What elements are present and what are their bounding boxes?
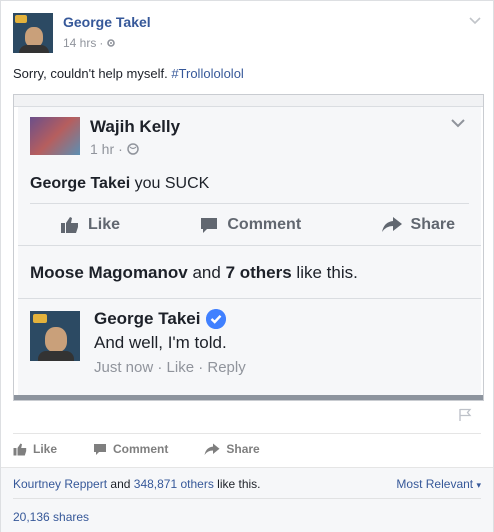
comment-icon: [94, 443, 107, 455]
thumbs-up-icon: [61, 217, 78, 233]
post-actions: Like Comment Share: [13, 438, 260, 460]
attached-image[interactable]: Wajih Kelly 1 hr · George Takei you SUCK: [13, 94, 484, 401]
embedded-meta: 1 hr ·: [90, 141, 139, 157]
reactions-summary: Kourtney Reppert and 348,871 others like…: [1, 467, 493, 532]
likes-and: and: [107, 477, 134, 491]
embedded-time: 1 hr: [90, 141, 115, 157]
embedded-post: Wajih Kelly 1 hr · George Takei you SUCK: [18, 107, 481, 395]
embedded-likes-and: and: [187, 263, 226, 282]
likes-suffix: like this.: [213, 477, 261, 491]
image-top-strip: [14, 95, 483, 107]
comment-meta: Just now · Like · Reply: [94, 359, 246, 376]
liker-link[interactable]: Kourtney Reppert: [13, 477, 107, 491]
embedded-chevron-down-icon: [451, 119, 465, 128]
share-arrow-icon: [204, 443, 220, 455]
post-meta: 14 hrs ·: [63, 36, 116, 50]
embedded-author-avatar: [30, 117, 80, 155]
actions-divider: [13, 433, 481, 434]
embedded-likes-suffix: like this.: [291, 263, 358, 282]
post-time[interactable]: 14 hrs: [63, 36, 96, 50]
embedded-likes: Moose Magomanov and 7 others like this.: [18, 245, 481, 299]
chevron-down-icon[interactable]: [468, 15, 482, 25]
avatar-face: [25, 27, 43, 47]
embedded-body: you SUCK: [130, 175, 210, 192]
like-button[interactable]: Like: [13, 442, 57, 456]
share-arrow-icon: [381, 217, 402, 232]
like-label: Like: [33, 442, 58, 456]
sort-dropdown[interactable]: Most Relevant ▾: [396, 477, 481, 491]
shares-link[interactable]: 20,136 shares: [13, 510, 89, 524]
embedded-mention: George Takei: [30, 175, 131, 192]
thumbs-up-icon: [13, 443, 27, 455]
feed-post: George Takel 14 hrs · Sorry, couldn't he…: [0, 0, 494, 532]
embedded-comment: Comment: [199, 216, 301, 234]
comment-label: Comment: [113, 442, 169, 456]
embedded-divider: [30, 203, 469, 204]
logo-badge: [15, 15, 27, 23]
embedded-meta-separator: ·: [118, 141, 123, 157]
embedded-author-name: Wajih Kelly: [90, 117, 181, 136]
image-bottom-bar: [14, 395, 483, 400]
flag-icon[interactable]: [458, 408, 472, 422]
comment-avatar-face: [45, 327, 67, 352]
embedded-share: Share: [381, 216, 455, 234]
comment-text: And well, I'm told.: [94, 333, 227, 352]
embedded-liker: Moose Magomanov: [30, 263, 188, 282]
others-link[interactable]: 348,871 others: [134, 477, 214, 491]
comment-button[interactable]: Comment: [93, 442, 168, 456]
embedded-comment-label: Comment: [227, 216, 302, 233]
share-button[interactable]: Share: [204, 442, 260, 456]
embedded-text: George Takei you SUCK: [30, 175, 209, 193]
embedded-share-label: Share: [410, 216, 455, 233]
meta-separator: ·: [99, 36, 104, 50]
likes-summary: Kourtney Reppert and 348,871 others like…: [13, 477, 261, 491]
embedded-like: Like: [60, 216, 120, 234]
embedded-likes-others: 7 others: [225, 263, 292, 282]
avatar-shirt: [19, 45, 49, 53]
caret-down-icon: ▾: [476, 480, 481, 490]
embedded-actions: Like Comment Share: [30, 211, 469, 239]
globe-icon: [127, 143, 139, 155]
comment-author-line: George Takei: [94, 309, 227, 329]
post-text: Sorry, couldn't help myself. #Trollololo…: [13, 66, 244, 81]
comment-author-name: George Takei: [94, 309, 201, 328]
embedded-like-label: Like: [88, 216, 121, 233]
author-name[interactable]: George Takel: [63, 14, 151, 30]
comment-avatar-shirt: [38, 351, 74, 361]
comment-author-avatar: [30, 311, 80, 361]
post-body: Sorry, couldn't help myself.: [13, 66, 172, 81]
hashtag-link[interactable]: #Trollolololol: [171, 66, 244, 81]
share-label: Share: [226, 442, 260, 456]
verified-badge-icon: [206, 309, 227, 329]
ufi-divider: [13, 498, 481, 499]
comment-icon: [201, 218, 218, 233]
author-avatar[interactable]: [13, 13, 53, 53]
sort-label: Most Relevant: [396, 477, 474, 491]
comment-logo-badge: [33, 314, 47, 323]
gear-icon[interactable]: [106, 38, 116, 48]
